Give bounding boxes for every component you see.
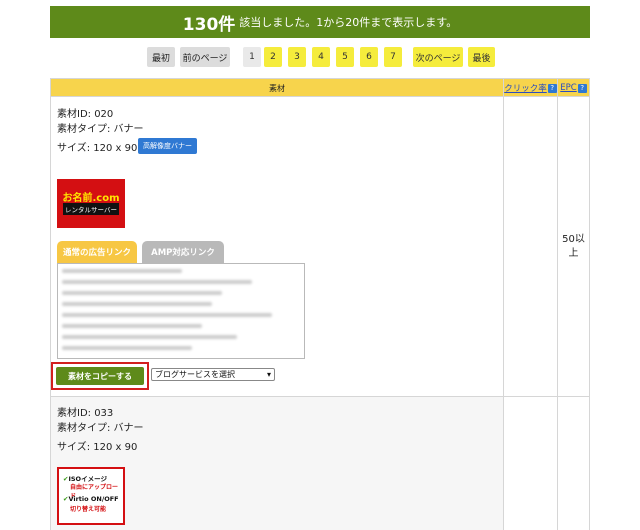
banner-text-main: お名前.com xyxy=(62,193,120,204)
table-row: 素材ID: 020 素材タイプ: バナー サイズ: 120 x 90 高解像度バ… xyxy=(51,98,503,396)
page-3-button[interactable]: 3 xyxy=(288,47,306,67)
page-2-button[interactable]: 2 xyxy=(264,47,282,67)
header-epc[interactable]: EPC ? xyxy=(558,79,589,97)
prev-page-button[interactable]: 前のページ xyxy=(180,47,230,67)
result-count: 130件 xyxy=(182,14,236,35)
last-page-button[interactable]: 最後 xyxy=(468,47,495,67)
material-type: 素材タイプ: バナー xyxy=(57,423,144,434)
copy-button-highlight: 素材をコピーする xyxy=(51,362,149,390)
material-id: 素材ID: 020 xyxy=(57,109,114,120)
material-size: サイズ: 120 x 90 xyxy=(57,143,138,154)
banner-iso-line3: ✔Virtio ON/OFF xyxy=(63,495,119,503)
page-7-button[interactable]: 7 xyxy=(384,47,402,67)
copy-material-button[interactable]: 素材をコピーする xyxy=(56,367,144,385)
blog-service-select[interactable]: ブログサービスを選択 ▾ xyxy=(151,368,275,381)
first-page-button[interactable]: 最初 xyxy=(147,47,175,67)
page-5-button[interactable]: 5 xyxy=(336,47,354,67)
result-message: 該当しました。1から20件まで表示します。 xyxy=(239,16,458,29)
result-summary-banner: 130件 該当しました。1から20件まで表示します。 xyxy=(50,6,590,38)
material-table: 素材 クリック率 ? EPC ? 素材ID: 020 素材タイプ: バナー サイ… xyxy=(50,78,590,530)
blog-service-select-value: ブログサービスを選択 xyxy=(155,370,235,379)
chevron-down-icon: ▾ xyxy=(266,370,271,379)
pagination: 最初 前のページ 1 2 3 4 5 6 7 次のページ 最後 xyxy=(0,47,640,67)
header-click-rate[interactable]: クリック率 ? xyxy=(504,79,557,97)
banner-text-sub: レンタルサーバー xyxy=(63,203,119,215)
ad-code-textarea[interactable] xyxy=(57,263,305,359)
page-6-button[interactable]: 6 xyxy=(360,47,378,67)
help-icon[interactable]: ? xyxy=(577,83,587,93)
epc-sort-link[interactable]: EPC xyxy=(560,83,576,93)
banner-image-onamae: お名前.com レンタルサーバー xyxy=(57,179,125,228)
material-size: サイズ: 120 x 90 xyxy=(57,442,138,453)
tab-normal-link[interactable]: 通常の広告リンク xyxy=(57,241,137,263)
hi-res-badge[interactable]: 高解像度バナー xyxy=(138,138,197,154)
banner-iso-line4: 切り替え可能 xyxy=(70,506,107,513)
material-type: 素材タイプ: バナー xyxy=(57,124,144,135)
help-icon[interactable]: ? xyxy=(547,83,557,93)
table-row: 素材ID: 033 素材タイプ: バナー サイズ: 120 x 90 ✔ISOイ… xyxy=(51,397,503,530)
tab-amp-link[interactable]: AMP対応リンク xyxy=(142,241,224,263)
table-header: 素材 クリック率 ? EPC ? xyxy=(51,79,589,97)
click-rate-sort-link[interactable]: クリック率 xyxy=(504,82,547,94)
material-id: 素材ID: 033 xyxy=(57,408,114,419)
header-material: 素材 xyxy=(269,83,285,93)
banner-image-iso: ✔ISOイメージ 自由にアップロード ✔Virtio ON/OFF 切り替え可能 xyxy=(57,467,125,525)
epc-value: 50以上 xyxy=(562,234,585,259)
next-page-button[interactable]: 次のページ xyxy=(413,47,463,67)
page-4-button[interactable]: 4 xyxy=(312,47,330,67)
page-1-button[interactable]: 1 xyxy=(243,47,261,67)
